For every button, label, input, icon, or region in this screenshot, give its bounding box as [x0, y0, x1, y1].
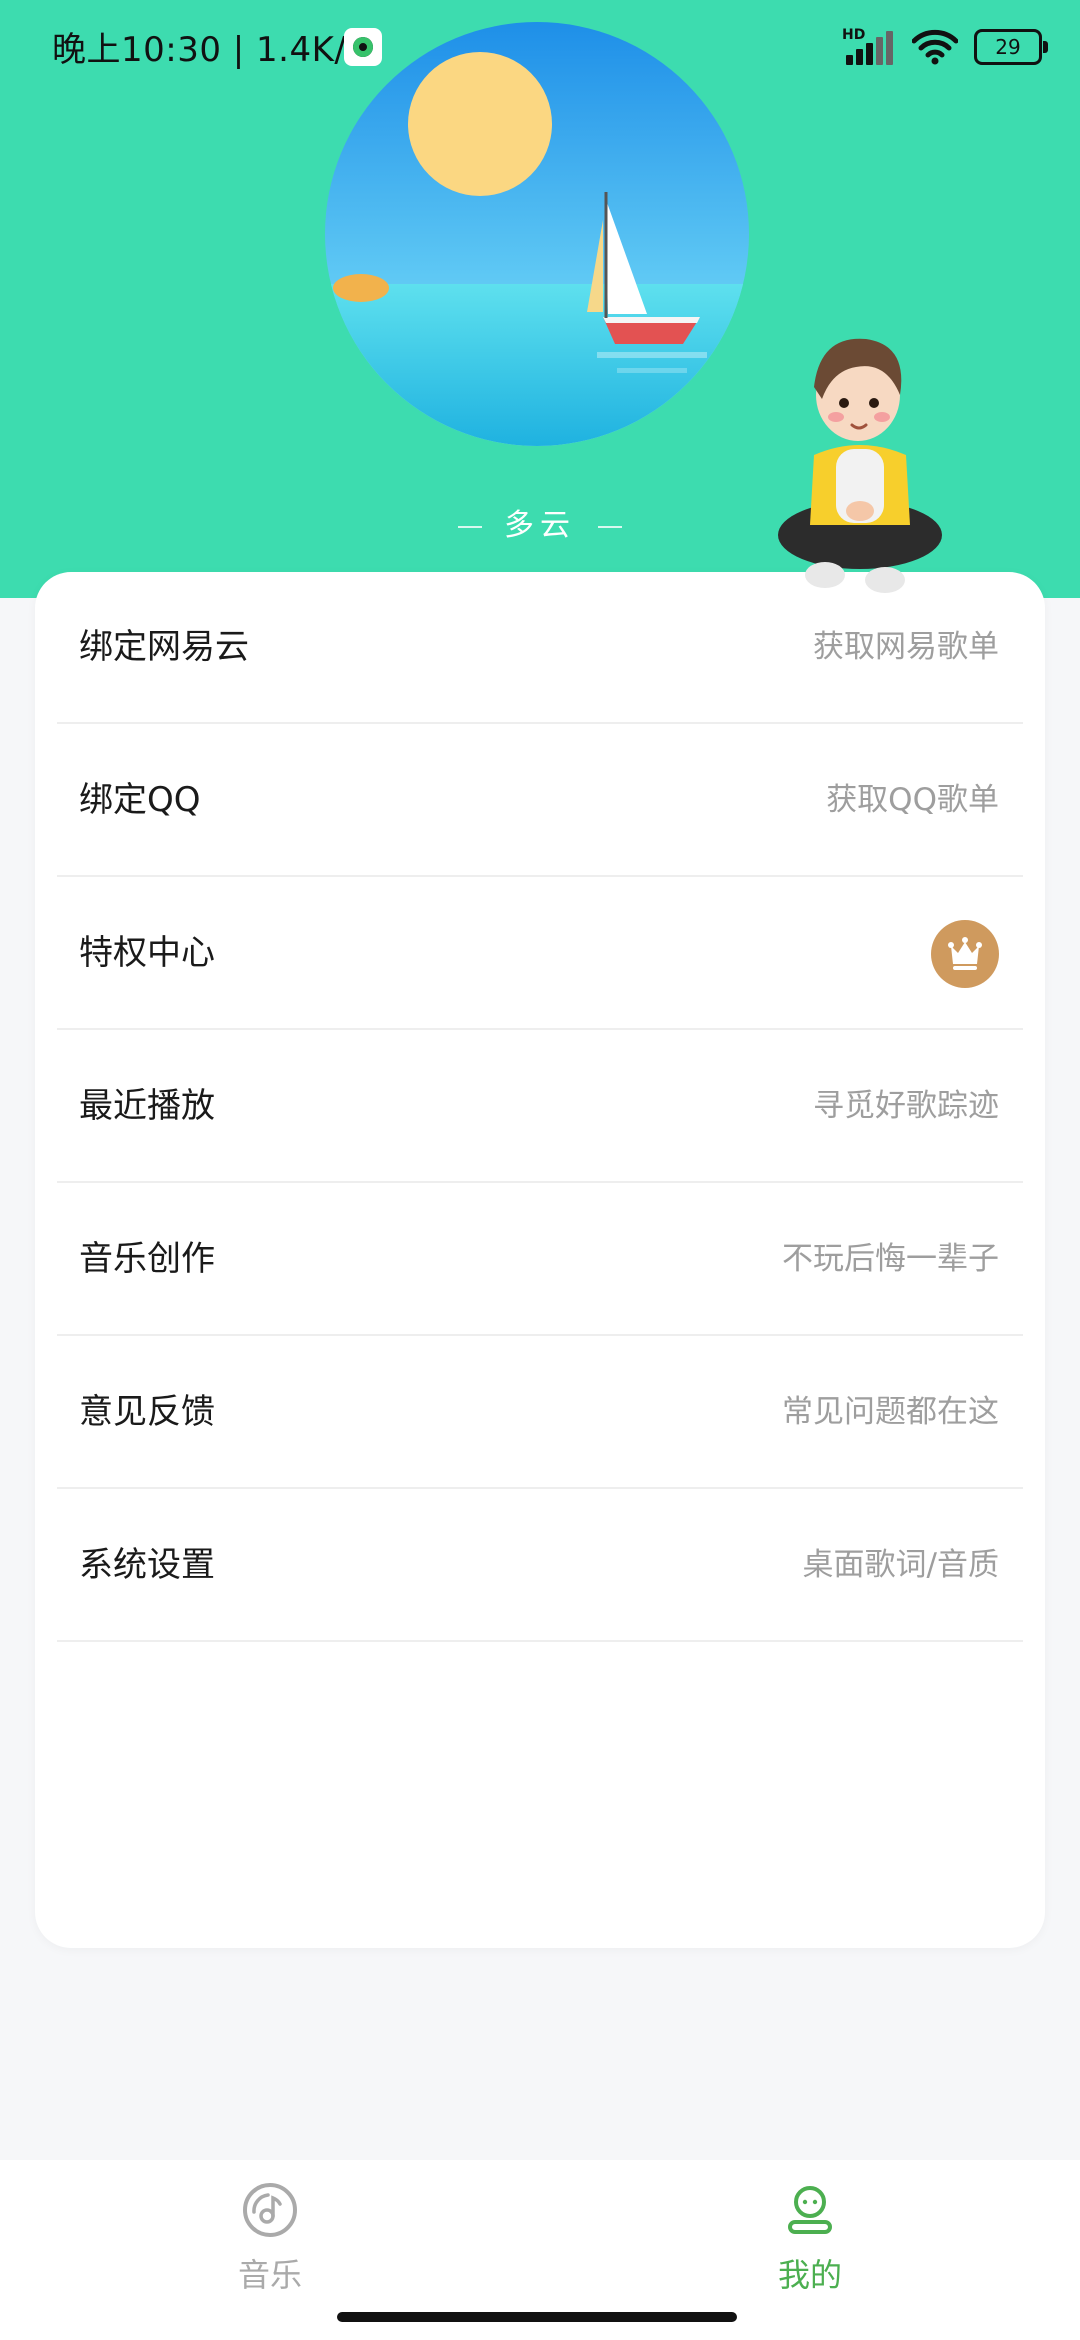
music-disc-icon: [243, 2183, 297, 2237]
network-type-label: HD: [842, 27, 866, 43]
tab-music[interactable]: 音乐: [120, 2160, 420, 2310]
menu-item-feedback[interactable]: 意见反馈 常见问题都在这: [57, 1337, 1023, 1489]
menu-item-label: 绑定QQ: [79, 780, 201, 820]
crown-icon: [931, 920, 999, 988]
weather-illustration: [325, 22, 749, 446]
tab-mine[interactable]: 我的: [660, 2160, 960, 2310]
menu-item-label: 绑定网易云: [79, 627, 249, 667]
status-indicators: HD 29: [842, 24, 1048, 70]
menu-item-recent-plays[interactable]: 最近播放 寻觅好歌踪迹: [57, 1031, 1023, 1183]
menu-item-bind-qq[interactable]: 绑定QQ 获取QQ歌单: [57, 725, 1023, 877]
battery-icon: 29: [974, 29, 1048, 65]
settings-card: 绑定网易云 获取网易歌单 绑定QQ 获取QQ歌单 特权中心 最近播放 寻觅好歌踪…: [35, 572, 1045, 1948]
status-time: 晚上10:30 | 1.4K/s: [52, 30, 365, 70]
menu-item-music-creation[interactable]: 音乐创作 不玩后悔一辈子: [57, 1184, 1023, 1336]
menu-item-label: 最近播放: [79, 1086, 215, 1126]
menu-item-hint: 获取QQ歌单: [826, 782, 999, 818]
menu-item-label: 意见反馈: [79, 1392, 215, 1432]
menu-item-hint: 不玩后悔一辈子: [782, 1241, 999, 1277]
app-notification-icon: [344, 28, 382, 66]
character-mascot: [770, 325, 950, 615]
tab-music-label: 音乐: [237, 2256, 302, 2294]
menu-item-label: 特权中心: [79, 933, 215, 973]
menu-item-label: 音乐创作: [79, 1239, 215, 1279]
profile-icon: [788, 2186, 832, 2234]
tab-mine-label: 我的: [777, 2256, 842, 2294]
menu-item-system-settings[interactable]: 系统设置 桌面歌词/音质: [57, 1490, 1023, 1642]
menu-item-label: 系统设置: [79, 1545, 215, 1585]
home-indicator[interactable]: [337, 2312, 737, 2322]
menu-item-hint: 寻觅好歌踪迹: [813, 1088, 999, 1124]
weather-label-text: 多云: [504, 508, 576, 543]
menu-item-privilege-center[interactable]: 特权中心: [57, 878, 1023, 1030]
menu-item-hint: 桌面歌词/音质: [802, 1547, 999, 1583]
cellular-signal-icon: HD: [842, 27, 896, 67]
menu-item-hint: 常见问题都在这: [782, 1394, 999, 1430]
wifi-icon: [912, 29, 958, 65]
